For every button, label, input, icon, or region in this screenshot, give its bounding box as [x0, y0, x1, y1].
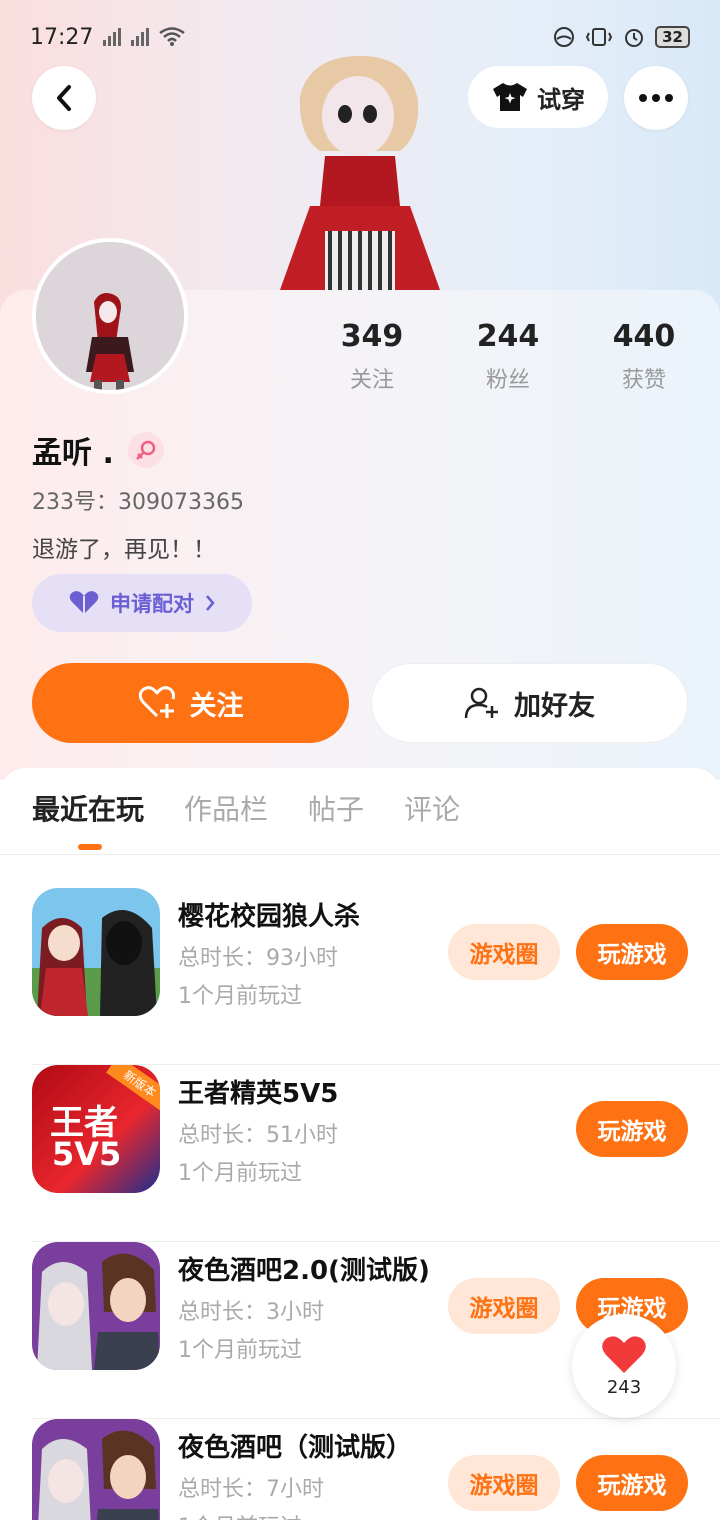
heart-icon: [602, 1335, 646, 1373]
request-match-label: 申请配对: [110, 592, 194, 616]
game-circle-button[interactable]: 游戏圈: [448, 1278, 560, 1334]
stat-following-label: 关注: [349, 368, 394, 393]
avatar-3d-figure: [280, 56, 440, 290]
more-button[interactable]: [624, 66, 688, 130]
stat-following-count: 349: [340, 319, 404, 354]
try-on-button[interactable]: 试穿: [468, 66, 608, 128]
avatar[interactable]: [32, 238, 188, 394]
tshirt-icon: [493, 83, 527, 111]
stat-fans-label: 粉丝: [485, 368, 530, 393]
add-friend-button[interactable]: 加好友: [371, 663, 688, 743]
tab-works[interactable]: 作品栏: [184, 788, 268, 850]
add-friend-label: 加好友: [514, 690, 595, 722]
game-circle-button[interactable]: 游戏圈: [448, 1455, 560, 1511]
heart-plus-icon: [138, 686, 175, 718]
status-time: 17:27: [30, 24, 94, 50]
game-playtime: 总时长：3小时: [178, 1300, 324, 1325]
game-icon-text: 5V5: [52, 1135, 122, 1173]
tab-works-label: 作品栏: [184, 793, 269, 826]
game-icon[interactable]: [32, 1419, 160, 1520]
tabs-divider: [0, 854, 720, 855]
game-name: 夜色酒吧2.0(测试版): [178, 1256, 430, 1286]
chevron-left-icon: [57, 85, 71, 111]
like-float-button[interactable]: 243: [572, 1314, 676, 1418]
username-row: 孟听 .: [32, 428, 164, 472]
game-icon[interactable]: 王者 5V5 新版本: [32, 1065, 160, 1193]
game-playtime: 总时长：7小时: [178, 1477, 324, 1502]
tab-posts-label: 帖子: [308, 793, 365, 826]
game-name: 王者精英5V5: [178, 1079, 339, 1109]
follow-button[interactable]: 关注: [32, 663, 349, 743]
signal-icon-2: [131, 28, 150, 46]
stat-fans[interactable]: 244 粉丝: [448, 318, 568, 394]
tab-recently-played-label: 最近在玩: [32, 793, 145, 826]
stat-likes-label: 获赞: [621, 368, 666, 393]
app-status-icon: [554, 27, 575, 47]
game-row[interactable]: 樱花校园狼人杀 总时长：93小时 1个月前玩过 游戏圈 玩游戏: [32, 888, 720, 1065]
game-last-played: 1个月前玩过: [178, 1338, 302, 1363]
game-last-played: 1个月前玩过: [178, 1161, 302, 1186]
tab-comments[interactable]: 评论: [404, 788, 460, 850]
game-row[interactable]: 夜色酒吧（测试版） 总时长：7小时 1个月前玩过 游戏圈 玩游戏: [32, 1419, 720, 1520]
game-playtime: 总时长：93小时: [178, 946, 338, 971]
tab-recently-played[interactable]: 最近在玩: [32, 788, 144, 850]
profile-tabs: 最近在玩 作品栏 帖子 评论: [32, 788, 460, 850]
game-icon[interactable]: [32, 888, 160, 1016]
battery-indicator: 32: [655, 26, 690, 48]
add-user-icon: [464, 687, 498, 719]
username: 孟听 .: [32, 436, 114, 471]
game-name: 樱花校园狼人杀: [178, 902, 361, 932]
game-last-played: 1个月前玩过: [178, 1509, 302, 1520]
try-on-label: 试穿: [537, 85, 585, 114]
avatar-image: [36, 242, 184, 390]
stat-likes[interactable]: 440 获赞: [584, 318, 704, 394]
tab-active-indicator: [78, 844, 102, 850]
game-playtime: 总时长：51小时: [178, 1123, 338, 1148]
stat-fans-count: 244: [476, 319, 540, 354]
wifi-icon: [159, 27, 186, 46]
play-game-button[interactable]: 玩游戏: [576, 924, 688, 980]
signal-icon: [103, 28, 122, 46]
game-name: 夜色酒吧（测试版）: [178, 1433, 413, 1463]
play-game-button[interactable]: 玩游戏: [576, 1101, 688, 1157]
stat-likes-count: 440: [612, 319, 676, 354]
game-icon[interactable]: [32, 1242, 160, 1370]
stat-following[interactable]: 349 关注: [312, 318, 432, 394]
request-match-button[interactable]: 申请配对: [32, 574, 252, 632]
female-gender-icon: [127, 432, 164, 468]
game-row[interactable]: 王者 5V5 新版本 王者精英5V5 总时长：51小时 1个月前玩过 玩游戏: [32, 1065, 720, 1242]
tab-comments-label: 评论: [404, 793, 461, 826]
vibrate-icon: [586, 28, 613, 46]
chevron-right-icon: [206, 595, 215, 611]
back-button[interactable]: [32, 66, 96, 130]
game-last-played: 1个月前玩过: [178, 984, 302, 1009]
alarm-icon: [625, 29, 644, 47]
game-circle-button[interactable]: 游戏圈: [448, 924, 560, 980]
play-game-button[interactable]: 玩游戏: [576, 1455, 688, 1511]
heart-icon: [69, 591, 99, 614]
like-count: 243: [606, 1376, 642, 1398]
tab-posts[interactable]: 帖子: [308, 788, 364, 850]
user-id: 233号：309073365: [32, 490, 244, 515]
user-bio: 退游了，再见！！: [32, 537, 216, 563]
follow-label: 关注: [189, 690, 244, 722]
more-dots-icon: [639, 94, 673, 102]
